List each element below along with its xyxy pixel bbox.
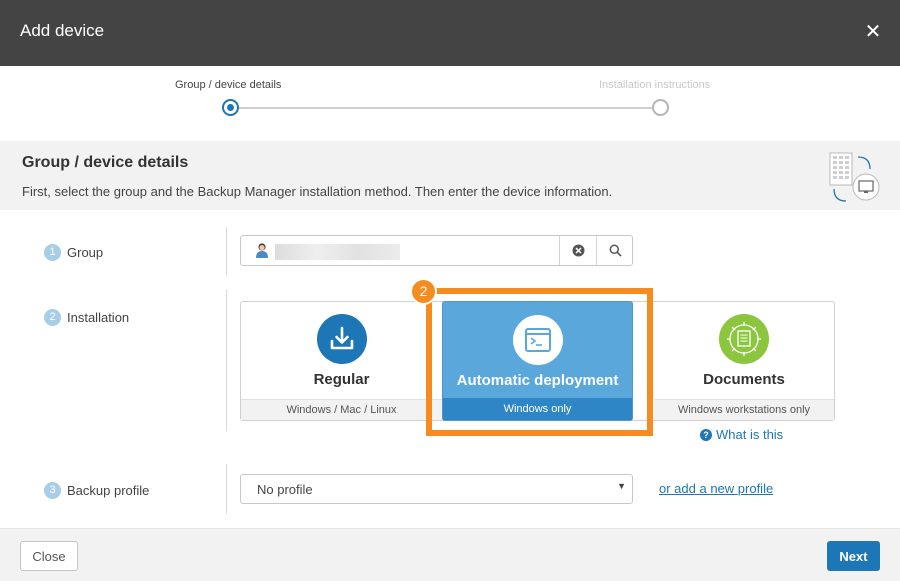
group-select-input[interactable] — [240, 235, 633, 266]
step-number-3: 3 — [44, 482, 61, 499]
backup-profile-select[interactable]: No profile ▼ — [240, 474, 633, 504]
next-button[interactable]: Next — [827, 541, 880, 571]
highlight-box — [426, 288, 653, 436]
step-number-2: 2 — [44, 309, 61, 326]
clear-icon — [572, 244, 584, 257]
wizard-stepper: Group / device details Installation inst… — [0, 66, 900, 140]
step-dot-inactive — [652, 99, 669, 116]
dialog-footer: Close Next — [0, 528, 900, 581]
search-icon — [609, 244, 622, 257]
step-number-1: 1 — [44, 244, 61, 261]
building-computer-sync-icon — [829, 152, 880, 202]
clear-button[interactable] — [559, 236, 596, 265]
stepper-line — [238, 107, 652, 109]
step-label-group-device-details: Group / device details — [175, 79, 282, 91]
close-icon[interactable]: ✕ — [862, 20, 884, 44]
close-button[interactable]: Close — [20, 541, 78, 571]
divider — [226, 464, 227, 514]
installation-option-regular[interactable]: Regular Windows / Mac / Linux — [241, 302, 442, 420]
document-gear-icon — [719, 314, 769, 364]
section-description: First, select the group and the Backup M… — [22, 184, 613, 199]
backup-profile-row-label: 3 Backup profile — [44, 482, 149, 499]
divider — [226, 227, 227, 275]
user-icon — [256, 243, 268, 258]
backup-profile-label: Backup profile — [67, 483, 150, 498]
section-header: Group / device details First, select the… — [0, 141, 900, 210]
option-title: Documents — [703, 371, 785, 388]
section-title: Group / device details — [22, 154, 189, 171]
what-is-this-label: What is this — [716, 427, 784, 442]
add-new-profile-link[interactable]: or add a new profile — [659, 481, 773, 496]
option-title: Regular — [313, 371, 370, 388]
group-row-label: 1 Group — [44, 244, 103, 261]
option-subtitle: Windows workstations only — [654, 399, 834, 420]
step-label-installation-instructions: Installation instructions — [599, 79, 711, 91]
installation-row-label: 2 Installation — [44, 309, 129, 326]
dropdown-caret-icon: ▼ — [617, 481, 626, 491]
option-subtitle: Windows / Mac / Linux — [241, 399, 442, 420]
help-icon: ? — [700, 428, 712, 441]
step-dot-active — [222, 99, 239, 116]
download-icon — [316, 314, 367, 364]
selected-profile: No profile — [257, 482, 313, 497]
group-label: Group — [67, 245, 104, 260]
installation-label: Installation — [67, 310, 130, 325]
dialog-title: Add device — [20, 21, 105, 40]
group-name-redacted — [275, 244, 400, 260]
title-bar: Add device ✕ — [0, 0, 900, 66]
callout-badge: 2 — [410, 278, 437, 305]
search-button[interactable] — [596, 236, 633, 265]
what-is-this-link[interactable]: ? What is this — [700, 427, 783, 442]
add-device-dialog: Add device ✕ Group / device details Inst… — [0, 0, 900, 581]
installation-option-documents[interactable]: Documents Windows workstations only — [654, 302, 834, 420]
divider — [226, 290, 227, 431]
